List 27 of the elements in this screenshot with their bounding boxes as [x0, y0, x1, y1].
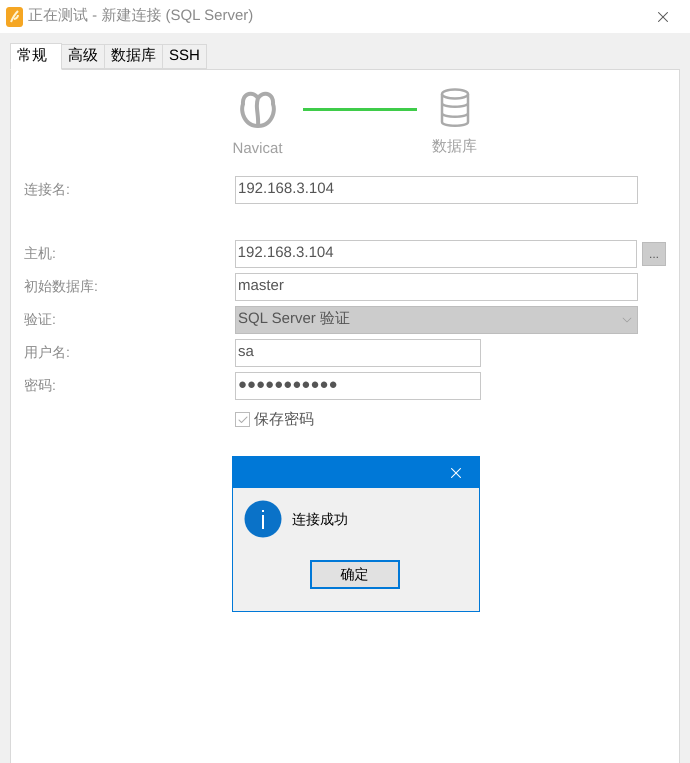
field-label: 主机:	[24, 244, 57, 263]
tab[interactable]: 高级	[61, 44, 105, 69]
input-field[interactable]: sa	[235, 338, 481, 366]
window-title: 正在测试 - 新建连接 (SQL Server)	[28, 6, 254, 26]
field-label: 验证:	[24, 310, 57, 329]
checkbox-label: 保存密码	[254, 410, 314, 430]
field-label: 连接名:	[24, 180, 71, 199]
tab[interactable]: 常规	[10, 43, 62, 70]
navicat-label: Navicat	[232, 139, 283, 159]
ok-button[interactable]: 确定	[310, 560, 400, 589]
save-password-checkbox[interactable]	[235, 412, 250, 428]
browse-button[interactable]: ...	[642, 242, 666, 266]
dialog-message: 连接成功	[292, 510, 348, 528]
field-label: 用户名:	[24, 343, 71, 362]
input-field[interactable]: master	[235, 272, 638, 300]
field-label: 密码:	[24, 376, 57, 395]
info-icon	[244, 500, 282, 538]
database-label: 数据库	[432, 137, 477, 157]
input-field[interactable]: ●●●●●●●●●●●	[235, 372, 481, 400]
app-logo-icon	[6, 6, 23, 26]
tab[interactable]: SSH	[162, 44, 207, 69]
tab[interactable]: 数据库	[104, 44, 163, 69]
input-field[interactable]: 192.168.3.104	[235, 176, 638, 204]
input-field[interactable]: 192.168.3.104	[234, 240, 638, 268]
field-label: 初始数据库:	[24, 277, 99, 296]
check-icon	[236, 414, 248, 426]
database-icon	[438, 88, 470, 128]
